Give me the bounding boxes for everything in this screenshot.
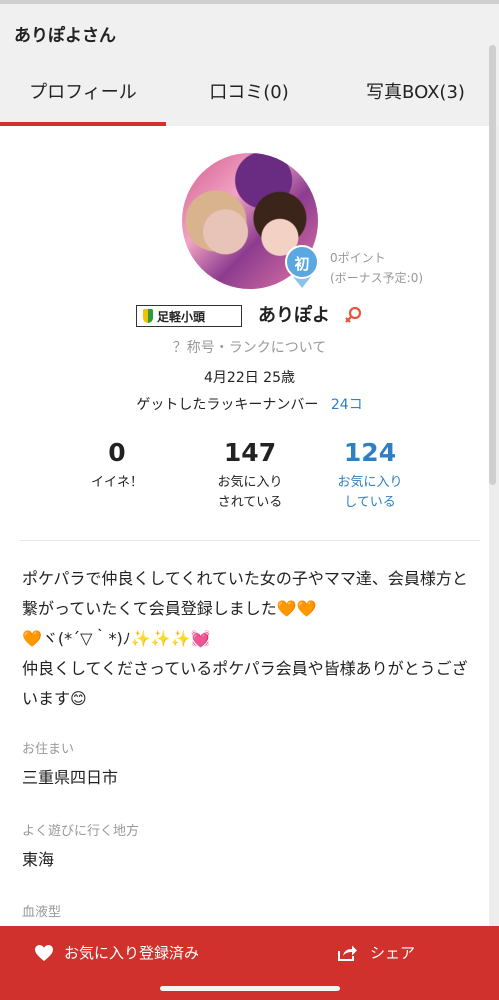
profile-tabs: プロフィール 口コミ(0) 写真BOX(3) bbox=[0, 56, 499, 126]
birthday: 4月22日 25歳 bbox=[204, 370, 295, 386]
scrollbar[interactable] bbox=[489, 45, 496, 485]
heart-icon bbox=[35, 944, 53, 961]
favorite-button[interactable]: お気に入り登録済み bbox=[34, 942, 199, 963]
bonus-value: (ボーナス予定:0) bbox=[330, 271, 424, 285]
share-button[interactable]: シェア bbox=[336, 942, 415, 963]
tab-reviews[interactable]: 口コミ(0) bbox=[166, 78, 332, 104]
stat-likes: 0 イイネ！ bbox=[52, 438, 182, 493]
points-value: 0ポイント bbox=[330, 251, 386, 265]
stat-likes-value: 0 bbox=[108, 438, 126, 467]
stat-favorited-by: 147 お気に入り されている bbox=[185, 438, 315, 513]
favorite-button-label[interactable]: お気に入り登録済み bbox=[64, 942, 199, 963]
blood-type-label: 血液型 bbox=[22, 905, 62, 920]
page-title: ありぽよさん bbox=[14, 26, 116, 46]
stat-favorited-by-value: 147 bbox=[223, 438, 277, 467]
points-info: 0ポイント (ボーナス予定:0) bbox=[330, 248, 423, 288]
share-button-label[interactable]: シェア bbox=[370, 942, 415, 963]
tab-profile[interactable]: プロフィール bbox=[0, 78, 166, 104]
level-badge-label: 足軽小頭 bbox=[157, 309, 206, 324]
female-icon bbox=[345, 306, 362, 323]
residence-label: お住まい bbox=[22, 742, 75, 757]
beginner-leaf-icon bbox=[143, 309, 153, 323]
page-header: ありぽよさん bbox=[0, 4, 499, 56]
bio-line-1: ポケパラで仲良くしてくれていた女の子やママ達、会員様方と繋がっていたくて会員登録… bbox=[22, 569, 468, 618]
stat-favorites[interactable]: 124 お気に入り している bbox=[305, 438, 435, 513]
lucky-number-count[interactable]: 24コ bbox=[331, 397, 363, 413]
rank-badge: 初 bbox=[285, 245, 319, 279]
level-badge: 足軽小頭 bbox=[136, 305, 242, 327]
stat-favorited-by-label: お気に入り されている bbox=[217, 475, 283, 510]
profile-card: 初 0ポイント (ボーナス予定:0) 足軽小頭 ありぽよ ？称号・ランクについて… bbox=[0, 126, 489, 926]
rank-info-link[interactable]: ？称号・ランクについて bbox=[0, 337, 499, 357]
stat-likes-label: イイネ！ bbox=[90, 475, 143, 490]
residence-value: 三重県四日市 bbox=[22, 768, 119, 787]
tab-photo-box[interactable]: 写真BOX(3) bbox=[332, 78, 499, 104]
favorite-area-label: よく遊びに行く地方 bbox=[22, 824, 140, 839]
home-indicator bbox=[160, 986, 340, 991]
bio-text: ポケパラで仲良くしてくれていた女の子やママ達、会員様方と繋がっていたくて会員登録… bbox=[22, 564, 482, 714]
stat-favorites-label[interactable]: お気に入り している bbox=[305, 473, 435, 513]
favorite-area-value: 東海 bbox=[22, 850, 55, 869]
share-icon bbox=[338, 945, 357, 961]
bottom-action-bar: お気に入り登録済み シェア bbox=[0, 926, 499, 1000]
stat-favorites-value[interactable]: 124 bbox=[305, 438, 435, 467]
bio-line-2: 🧡ヾ(*´▽｀*)ﾉ✨✨✨💓 bbox=[22, 629, 211, 648]
lucky-number-row: ゲットしたラッキーナンバー 24コ bbox=[0, 394, 499, 414]
lucky-number-label: ゲットしたラッキーナンバー bbox=[136, 397, 319, 413]
username: ありぽよ bbox=[258, 305, 330, 326]
section-divider bbox=[20, 540, 480, 541]
bio-line-3: 仲良くしてくださっているポケパラ会員や皆様ありがとうございます😊 bbox=[22, 659, 468, 708]
